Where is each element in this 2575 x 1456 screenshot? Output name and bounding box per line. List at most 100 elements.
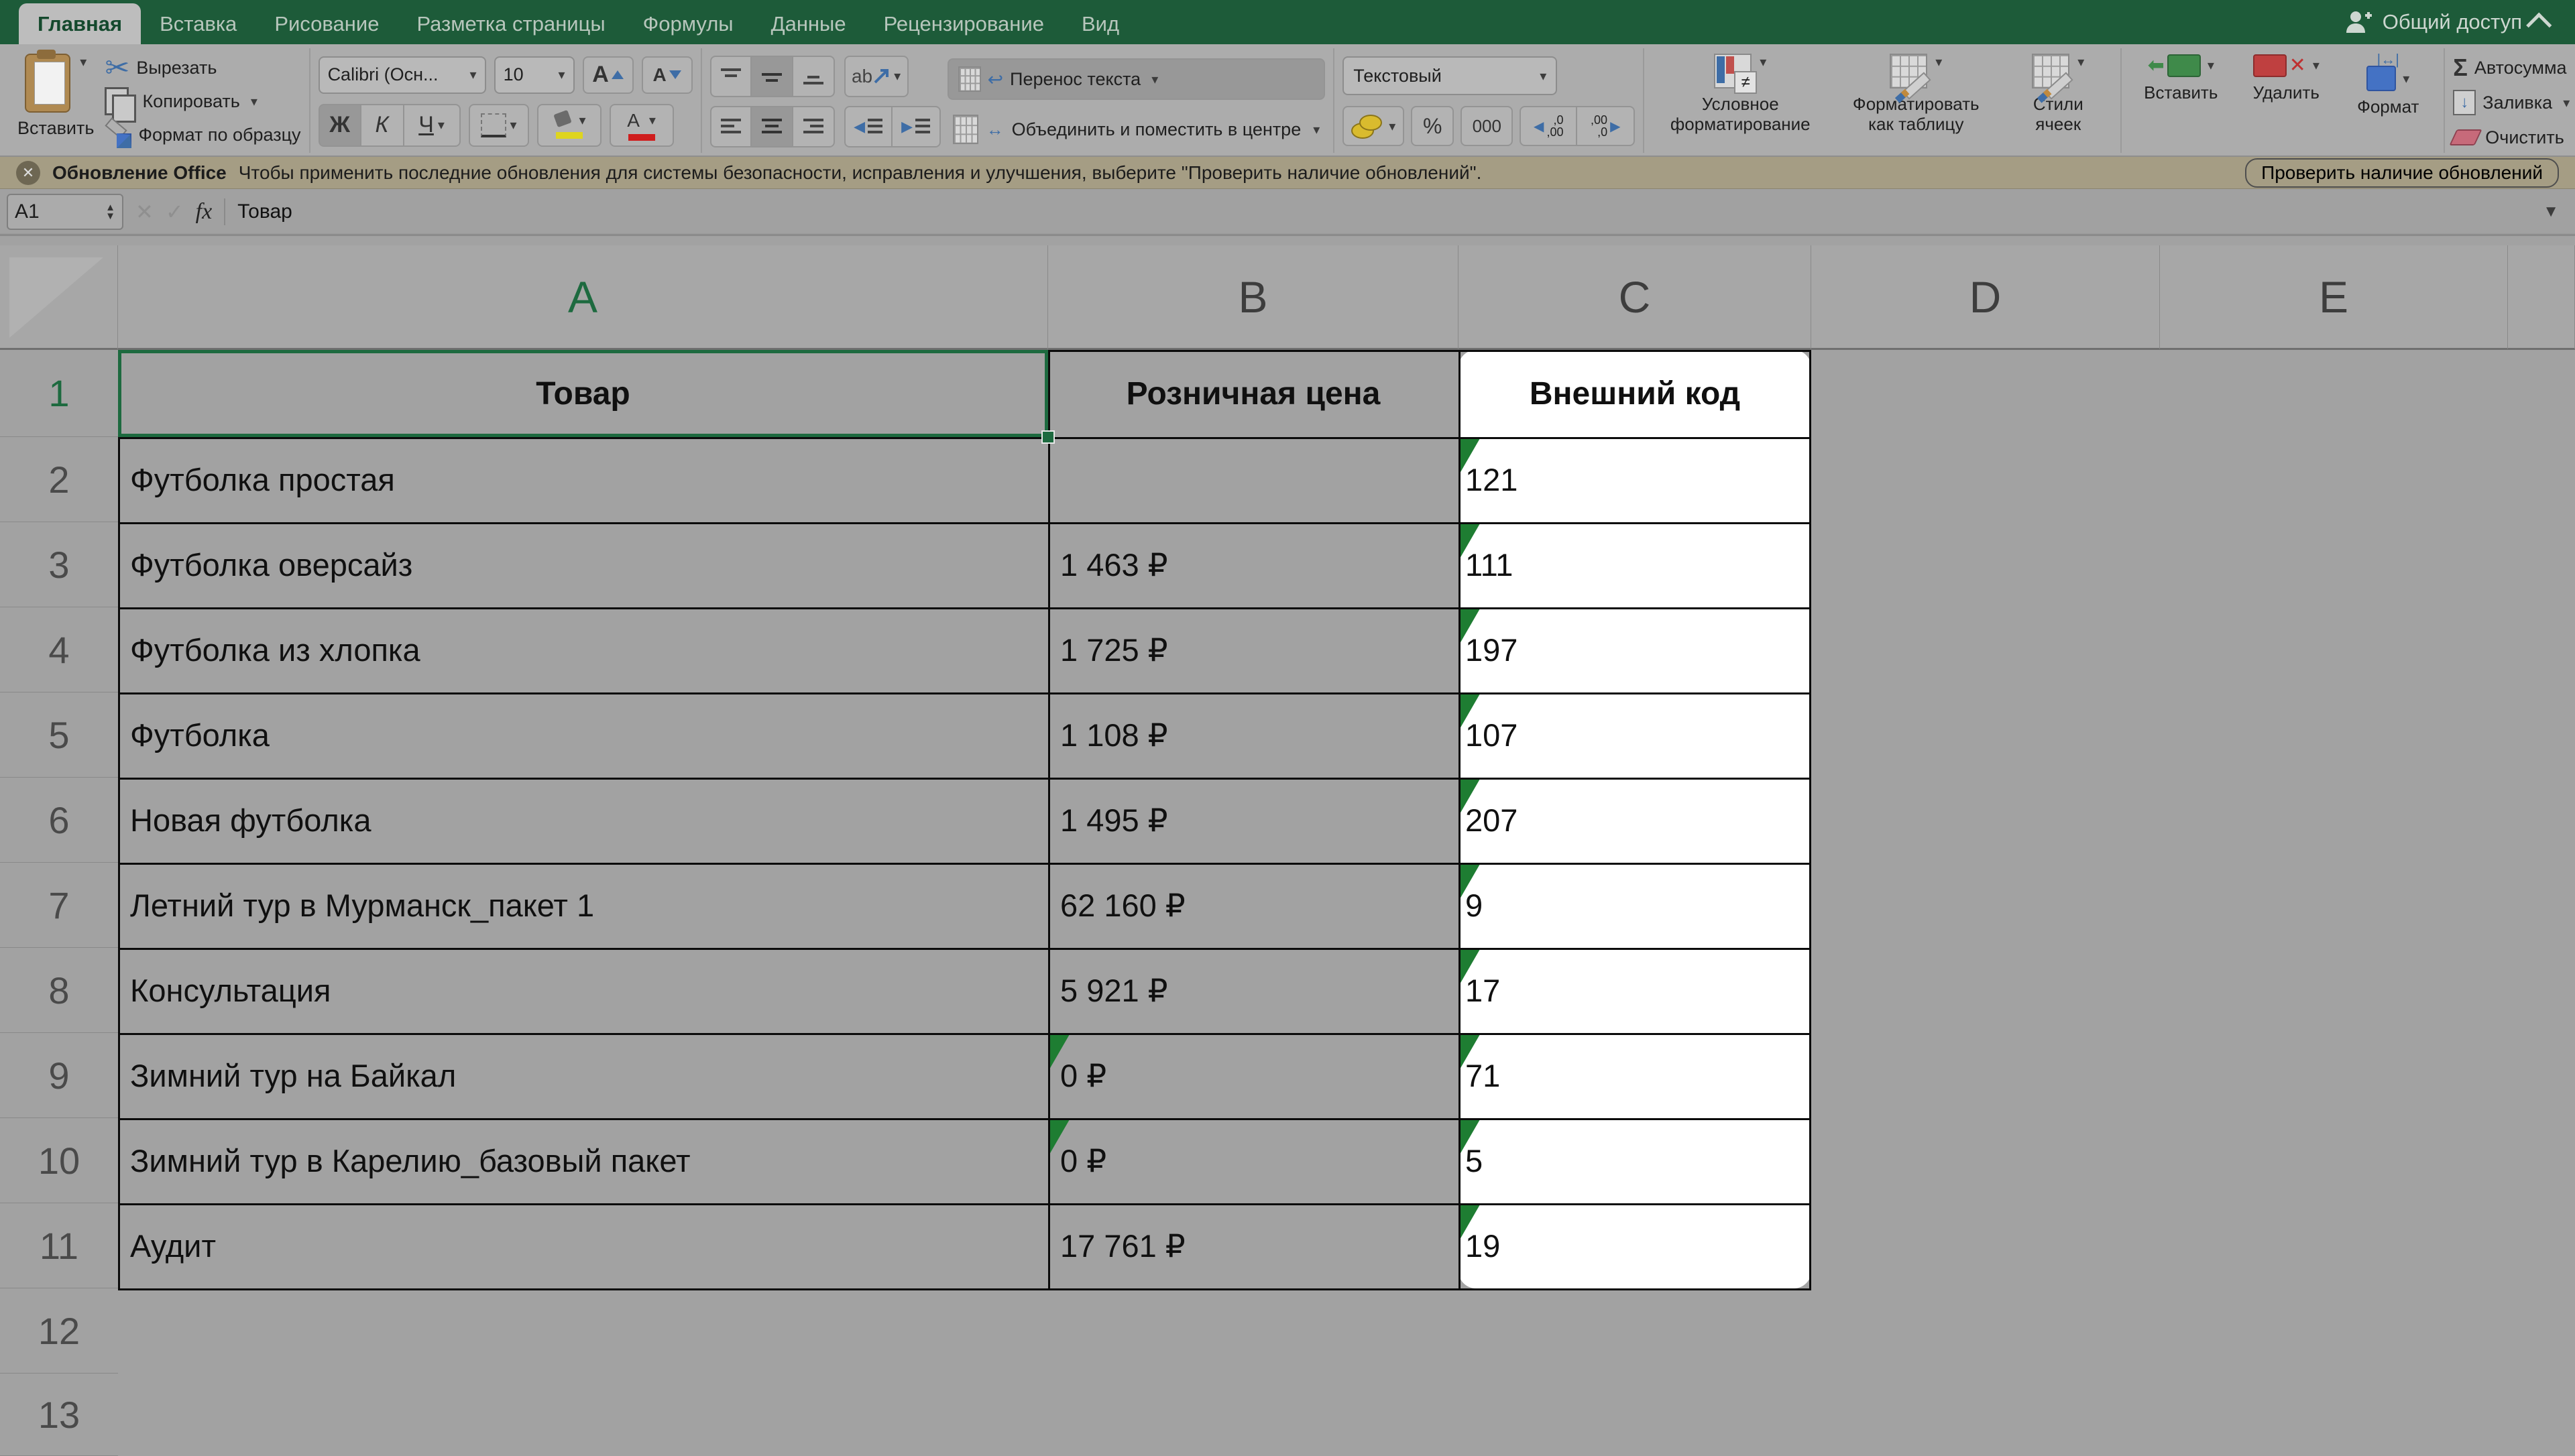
- cell-C3[interactable]: 111: [1458, 522, 1811, 607]
- fill-color-dropdown[interactable]: ▾: [579, 112, 586, 129]
- format-as-table-button[interactable]: ▾ Форматировать как таблицу: [1835, 51, 1997, 137]
- cell-C5[interactable]: 107: [1458, 692, 1811, 778]
- column-header-B[interactable]: B: [1048, 245, 1458, 350]
- cut-button[interactable]: ✂ Вырезать: [105, 52, 300, 83]
- font-size-select[interactable]: 10▾: [494, 56, 575, 94]
- underline-dropdown[interactable]: ▾: [438, 117, 445, 133]
- cell-B2[interactable]: [1048, 437, 1458, 522]
- cell-C1[interactable]: Внешний код: [1458, 350, 1811, 437]
- check-updates-button[interactable]: Проверить наличие обновлений: [2245, 158, 2559, 188]
- fill-dropdown[interactable]: ▾: [2563, 95, 2570, 111]
- copy-dropdown[interactable]: ▾: [251, 93, 258, 110]
- merge-center-button[interactable]: ↔ Объединить и поместить в центре ▾: [948, 115, 1326, 144]
- cell-C10[interactable]: 5: [1458, 1118, 1811, 1203]
- spreadsheet-grid[interactable]: ABCDE12345678910111213ТоварРозничная цен…: [0, 236, 2575, 1456]
- cell-C7[interactable]: 9: [1458, 863, 1811, 948]
- cell-C6[interactable]: 207: [1458, 778, 1811, 863]
- row-header-8[interactable]: 8: [0, 948, 118, 1033]
- row-header-2[interactable]: 2: [0, 437, 118, 522]
- currency-dropdown[interactable]: ▾: [1389, 118, 1395, 135]
- column-header-E[interactable]: E: [2160, 245, 2508, 350]
- cell-A3[interactable]: Футболка оверсайз: [118, 522, 1048, 607]
- cell-styles-button[interactable]: ▾ Стили ячеек: [2004, 51, 2112, 137]
- format-painter-button[interactable]: Формат по образцу: [105, 119, 300, 150]
- wrap-text-button[interactable]: ↩ Перенос текста ▾: [948, 58, 1326, 100]
- delete-cells-button[interactable]: ✕▾ Удалить: [2238, 51, 2334, 105]
- align-left-button[interactable]: [710, 106, 752, 147]
- shrink-font-button[interactable]: A: [642, 56, 693, 94]
- cell-B8[interactable]: 5 921 ₽: [1048, 948, 1458, 1033]
- enter-icon[interactable]: ✓: [166, 199, 184, 225]
- font-color-button[interactable]: А▾: [610, 104, 674, 147]
- bold-button[interactable]: Ж: [319, 104, 361, 147]
- tab-Вид[interactable]: Вид: [1063, 3, 1138, 44]
- align-center-button[interactable]: [752, 106, 793, 147]
- selection-fill-handle[interactable]: [1041, 430, 1055, 444]
- tab-Данные[interactable]: Данные: [752, 3, 865, 44]
- font-family-select[interactable]: Calibri (Осн...▾: [319, 56, 486, 94]
- cell-B4[interactable]: 1 725 ₽: [1048, 607, 1458, 692]
- cell-B7[interactable]: 62 160 ₽: [1048, 863, 1458, 948]
- row-header-1[interactable]: 1: [0, 350, 118, 437]
- formula-input[interactable]: Товар: [237, 200, 292, 223]
- cell-C4[interactable]: 197: [1458, 607, 1811, 692]
- cell-B5[interactable]: 1 108 ₽: [1048, 692, 1458, 778]
- cell-A6[interactable]: Новая футболка: [118, 778, 1048, 863]
- tab-Рисование[interactable]: Рисование: [255, 3, 398, 44]
- row-header-4[interactable]: 4: [0, 607, 118, 692]
- borders-button[interactable]: ▾: [469, 104, 529, 147]
- insert-function-icon[interactable]: fx: [196, 199, 213, 225]
- name-box[interactable]: A1 ▲▼: [7, 194, 123, 230]
- orientation-dropdown[interactable]: ▾: [894, 68, 901, 84]
- conditional-formatting-button[interactable]: ≠▾ Условное форматирование: [1652, 51, 1828, 137]
- cell-C11[interactable]: 19: [1458, 1203, 1811, 1288]
- cell-A10[interactable]: Зимний тур в Карелию_базовый пакет: [118, 1118, 1048, 1203]
- column-header-C[interactable]: C: [1458, 245, 1811, 350]
- cell-C2[interactable]: 121: [1458, 437, 1811, 522]
- cell-A11[interactable]: Аудит: [118, 1203, 1048, 1288]
- align-right-button[interactable]: [793, 106, 835, 147]
- fill-color-button[interactable]: ▾: [537, 104, 602, 147]
- align-bottom-button[interactable]: [793, 56, 835, 97]
- cell-A9[interactable]: Зимний тур на Байкал: [118, 1033, 1048, 1118]
- cell-B11[interactable]: 17 761 ₽: [1048, 1203, 1458, 1288]
- cell-A2[interactable]: Футболка простая: [118, 437, 1048, 522]
- cell-B6[interactable]: 1 495 ₽: [1048, 778, 1458, 863]
- row-header-10[interactable]: 10: [0, 1118, 118, 1203]
- dismiss-notification-icon[interactable]: ✕: [16, 161, 40, 185]
- cell-B1[interactable]: Розничная цена: [1048, 350, 1458, 437]
- row-header-9[interactable]: 9: [0, 1033, 118, 1118]
- increase-indent-button[interactable]: ▶: [893, 106, 941, 147]
- cell-C9[interactable]: 71: [1458, 1033, 1811, 1118]
- decrease-indent-button[interactable]: ◀: [844, 106, 893, 147]
- share-button[interactable]: Общий доступ: [2345, 0, 2551, 44]
- row-header-7[interactable]: 7: [0, 863, 118, 948]
- cell-A8[interactable]: Консультация: [118, 948, 1048, 1033]
- autosum-button[interactable]: Σ Автосумма ▾: [2453, 52, 2575, 83]
- insert-cells-button[interactable]: ⬅▾ Вставить: [2130, 51, 2232, 105]
- number-format-select[interactable]: Текстовый▾: [1342, 56, 1557, 95]
- row-header-11[interactable]: 11: [0, 1203, 118, 1288]
- row-header-13[interactable]: 13: [0, 1374, 118, 1456]
- tab-Разметка страницы[interactable]: Разметка страницы: [398, 3, 624, 44]
- name-box-spinner[interactable]: ▲▼: [105, 203, 115, 221]
- column-header-A[interactable]: A: [118, 245, 1048, 350]
- row-header-5[interactable]: 5: [0, 692, 118, 778]
- orientation-button[interactable]: ab ▾: [844, 56, 909, 97]
- tab-Вставка[interactable]: Вставка: [141, 3, 255, 44]
- select-all-corner[interactable]: [0, 245, 118, 350]
- paste-button[interactable]: ▾ Вставить: [13, 51, 98, 141]
- borders-dropdown[interactable]: ▾: [510, 117, 517, 133]
- tab-Рецензирование[interactable]: Рецензирование: [865, 3, 1063, 44]
- cell-A7[interactable]: Летний тур в Мурманск_пакет 1: [118, 863, 1048, 948]
- chevron-up-icon[interactable]: [2526, 12, 2552, 38]
- cell-A5[interactable]: Футболка: [118, 692, 1048, 778]
- cell-B10[interactable]: 0 ₽: [1048, 1118, 1458, 1203]
- format-cells-button[interactable]: |↔|▾ Формат: [2340, 51, 2436, 119]
- formula-bar-expand-icon[interactable]: ▼: [2543, 202, 2559, 221]
- cancel-icon[interactable]: ✕: [135, 199, 154, 225]
- currency-button[interactable]: ▾: [1342, 106, 1404, 146]
- underline-button[interactable]: Ч▾: [404, 104, 461, 147]
- copy-button[interactable]: Копировать ▾: [105, 86, 300, 117]
- cell-C8[interactable]: 17: [1458, 948, 1811, 1033]
